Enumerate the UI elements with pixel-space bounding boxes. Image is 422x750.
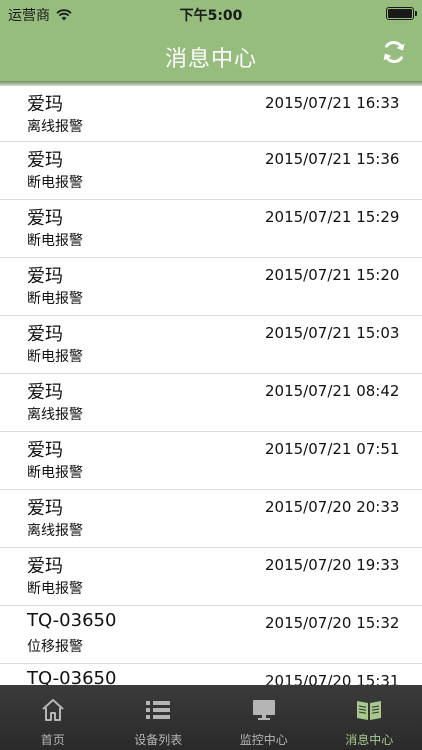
message-row[interactable]: 爱玛断电报警 2015/07/21 15:20 xyxy=(0,258,422,316)
message-alarm-type: 离线报警 xyxy=(27,523,83,539)
battery-icon xyxy=(386,7,417,20)
message-alarm-type: 断电报警 xyxy=(27,291,83,307)
status-time: 下午5:00 xyxy=(179,8,243,24)
tab-label: 监控中心 xyxy=(239,733,288,747)
tab-device-list[interactable]: 设备列表 xyxy=(106,685,212,750)
message-timestamp: 2015/07/20 20:33 xyxy=(265,498,400,516)
message-alarm-type: 断电报警 xyxy=(27,581,83,597)
list-icon xyxy=(143,697,173,723)
monitor-icon xyxy=(249,697,279,723)
message-row[interactable]: 爱玛断电报警 2015/07/21 15:36 xyxy=(0,142,422,200)
page-title: 消息中心 xyxy=(164,47,257,72)
tab-message-center[interactable]: 消息中心 xyxy=(317,685,422,750)
tab-home[interactable]: 首页 xyxy=(0,685,106,750)
message-row[interactable]: TQ-03650 位移报警 2015/07/20 15:32 xyxy=(0,606,422,664)
refresh-icon xyxy=(380,38,408,70)
tab-label: 首页 xyxy=(40,733,65,747)
message-timestamp: 2015/07/20 19:33 xyxy=(265,556,400,574)
message-device-name: TQ-03650 xyxy=(27,668,117,685)
message-timestamp: 2015/07/21 15:36 xyxy=(265,150,400,168)
message-alarm-type: 离线报警 xyxy=(27,119,83,135)
message-device-name: 爱玛 xyxy=(27,94,63,115)
message-row[interactable]: 爱玛离线报警 2015/07/20 20:33 xyxy=(0,490,422,548)
message-timestamp: 2015/07/21 15:29 xyxy=(265,208,400,226)
message-row[interactable]: 爱玛离线报警 2015/07/21 08:42 xyxy=(0,374,422,432)
message-device-name: 爱玛 xyxy=(27,324,63,345)
tab-bar: 首页 设备列表 监控中心 消息中心 xyxy=(0,685,422,750)
message-timestamp: 2015/07/21 08:42 xyxy=(265,382,400,400)
refresh-button[interactable] xyxy=(378,38,410,70)
message-alarm-type: 断电报警 xyxy=(27,465,83,481)
message-row[interactable]: 爱玛断电报警 2015/07/21 15:29 xyxy=(0,200,422,258)
tab-label: 消息中心 xyxy=(345,733,394,747)
message-device-name: 爱玛 xyxy=(27,150,63,171)
message-row[interactable]: 爱玛断电报警 2015/07/21 07:51 xyxy=(0,432,422,490)
message-row[interactable]: TQ-03650 2015/07/20 15:31 xyxy=(0,664,422,685)
message-device-name: 爱玛 xyxy=(27,266,63,287)
message-timestamp: 2015/07/21 07:51 xyxy=(265,440,400,458)
message-timestamp: 2015/07/21 15:03 xyxy=(265,324,400,342)
nav-bar: 消息中心 xyxy=(0,28,422,81)
message-row[interactable]: 爱玛离线报警 2015/07/21 16:33 xyxy=(0,86,422,142)
message-device-name: 爱玛 xyxy=(27,382,63,403)
tab-monitor-center[interactable]: 监控中心 xyxy=(211,685,317,750)
message-timestamp: 2015/07/20 15:32 xyxy=(265,614,400,632)
home-icon xyxy=(38,697,68,723)
status-bar: 运营商 下午5:00 xyxy=(0,0,422,28)
message-device-name: 爱玛 xyxy=(27,498,63,519)
book-icon xyxy=(354,697,384,723)
message-device-name: 爱玛 xyxy=(27,208,63,229)
message-alarm-type: 断电报警 xyxy=(27,233,83,249)
message-list[interactable]: 爱玛 离线报警 2015/07/21 16:33 爱玛 断电报警 2015/07/21 1… xyxy=(0,86,422,685)
message-timestamp: 2015/07/21 16:33 xyxy=(265,94,400,112)
message-alarm-type: 离线报警 xyxy=(27,407,83,423)
message-device-name: 爱玛 xyxy=(27,440,63,461)
message-row[interactable]: 爱玛断电报警 2015/07/21 15:03 xyxy=(0,316,422,374)
tab-label: 设备列表 xyxy=(134,733,183,747)
message-alarm-type: 位移报警 xyxy=(27,639,83,655)
message-timestamp: 2015/07/21 15:20 xyxy=(265,266,400,284)
message-device-name: 爱玛 xyxy=(27,556,63,577)
message-device-name: TQ-03650 xyxy=(27,610,117,631)
message-alarm-type: 断电报警 xyxy=(27,175,83,191)
message-timestamp: 2015/07/20 15:31 xyxy=(265,672,400,685)
message-row[interactable]: 爱玛断电报警 2015/07/20 19:33 xyxy=(0,548,422,606)
message-alarm-type: 断电报警 xyxy=(27,349,83,365)
